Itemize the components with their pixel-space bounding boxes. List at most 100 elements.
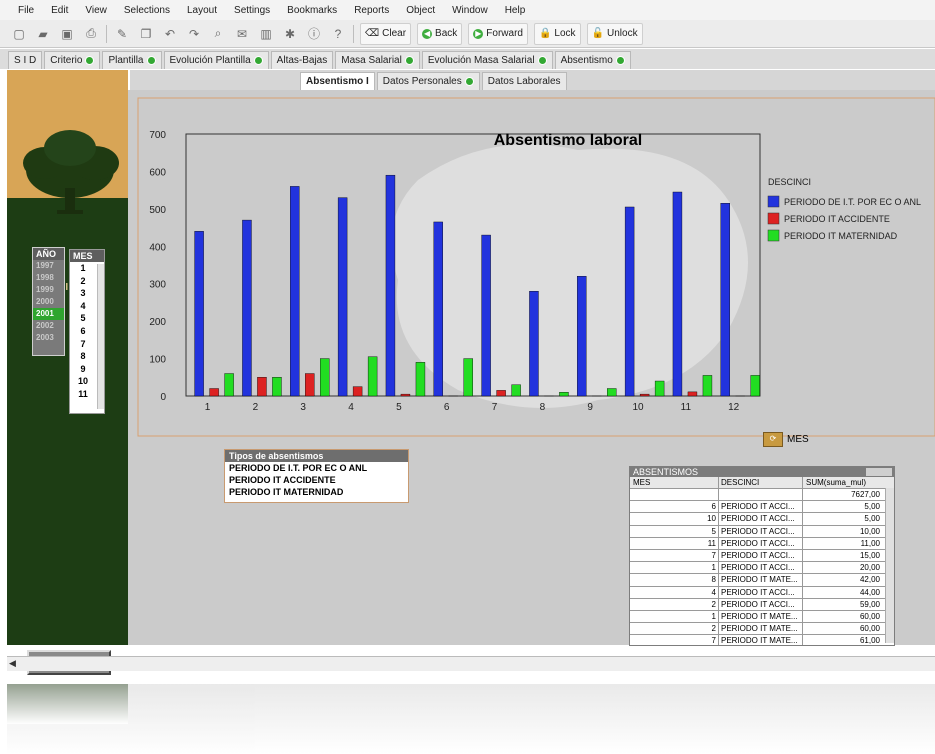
tab-masa-salarial[interactable]: Masa Salarial [335, 51, 420, 69]
month-item[interactable]: 8 [70, 350, 96, 363]
tab-s-i-d[interactable]: S I D [8, 51, 43, 69]
undo-icon[interactable]: ↶ [161, 25, 179, 43]
year-item[interactable]: 2002 [33, 320, 64, 332]
tab-label: S I D [14, 55, 37, 66]
status-dot-icon [615, 56, 625, 65]
year-item[interactable]: 2003 [33, 332, 64, 344]
absentismo-chart: Absentismo laboral 0 100 200 300 400 500 600 700… [137, 97, 935, 437]
tools-icon[interactable]: ✱ [281, 25, 299, 43]
x-tick-label: 9 [587, 402, 593, 413]
lock-icon: 🔒 [538, 28, 552, 39]
menu-item-edit[interactable]: Edit [51, 5, 68, 16]
tab-datos-personales[interactable]: Datos Personales [376, 72, 480, 90]
legend-swatch [767, 229, 780, 242]
year-item[interactable]: 1999 [33, 284, 64, 296]
tab-altas-bajas[interactable]: Altas-Bajas [270, 51, 334, 69]
year-item[interactable]: 2001 [33, 308, 64, 320]
menu-item-file[interactable]: File [18, 5, 34, 16]
tab-plantilla[interactable]: Plantilla [102, 51, 162, 69]
month-item[interactable]: 6 [70, 325, 96, 338]
bar-1-2 [242, 219, 252, 397]
menu-item-selections[interactable]: Selections [124, 5, 170, 16]
tipo-item[interactable]: PERIODO IT ACCIDENTE [225, 474, 408, 486]
search-icon[interactable]: ⌕ [209, 25, 227, 43]
tipo-item[interactable]: PERIODO DE I.T. POR EC O ANL [225, 462, 408, 474]
year-item[interactable]: 1997 [33, 260, 64, 272]
print-icon[interactable]: ⎙ [82, 25, 100, 43]
toolbar-separator [353, 24, 354, 43]
column-header-descinci[interactable]: DESCINCI [718, 477, 802, 488]
bar-3-7 [511, 384, 521, 397]
tipos-absentismos-listbox[interactable]: Tipos de absentismos PERIODO DE I.T. POR… [224, 449, 409, 503]
tab-evoluci-n-plantilla[interactable]: Evolución Plantilla [163, 51, 269, 69]
scroll-left-icon[interactable]: ◀ [9, 658, 16, 669]
legend-swatch [767, 212, 780, 225]
month-item[interactable]: 9 [70, 363, 96, 376]
tipo-item[interactable]: PERIODO IT MATERNIDAD [225, 486, 408, 498]
status-dot-icon [537, 56, 547, 65]
month-item[interactable]: 10 [70, 375, 96, 388]
month-item[interactable]: 2 [70, 275, 96, 288]
save-icon[interactable]: ▣ [58, 25, 76, 43]
month-item[interactable]: 5 [70, 312, 96, 325]
mail-icon[interactable]: ✉ [233, 25, 251, 43]
bar-2-4 [352, 386, 363, 397]
tab-label: Evolución Masa Salarial [427, 55, 535, 66]
table-cell: 11 [707, 538, 716, 548]
help-icon[interactable]: ? [329, 25, 347, 43]
mes-scrollbar[interactable] [97, 264, 104, 409]
chart-dimension-selector[interactable]: ⟳ MES [763, 432, 809, 447]
bar-1-6 [433, 221, 443, 397]
open-folder-icon[interactable]: ▰ [34, 25, 52, 43]
table-row: 7 PERIODO IT ACCI... 15,00 [630, 549, 894, 563]
chart-icon[interactable]: ▥ [257, 25, 275, 43]
menu-item-window[interactable]: Window [452, 5, 488, 16]
menu-item-layout[interactable]: Layout [187, 5, 217, 16]
month-item[interactable]: 1 [70, 262, 96, 275]
menu-item-view[interactable]: View [85, 5, 107, 16]
clear-button[interactable]: ⌫ Clear [360, 22, 412, 45]
menu-item-help[interactable]: Help [505, 5, 526, 16]
month-item[interactable]: 3 [70, 287, 96, 300]
info-icon[interactable]: ⓘ [305, 25, 323, 43]
window-controls-icon[interactable] [866, 468, 892, 476]
tab-datos-laborales[interactable]: Datos Laborales [481, 72, 567, 90]
column-header-sum[interactable]: SUM(suma_mul) [802, 477, 884, 488]
back-button[interactable]: ◀ Back [417, 22, 463, 45]
tab-absentismo-i[interactable]: Absentismo I [300, 72, 375, 90]
redo-icon[interactable]: ↷ [185, 25, 203, 43]
table-row: 8 PERIODO IT MATE... 42,00 [630, 574, 894, 587]
year-item[interactable]: 2000 [33, 296, 64, 308]
tab-criterio[interactable]: Criterio [44, 51, 101, 69]
tab-absentismo[interactable]: Absentismo [554, 51, 631, 69]
x-tick-label: 4 [348, 402, 354, 413]
x-tick-label: 1 [205, 402, 211, 413]
copy-icon[interactable]: ❐ [137, 25, 155, 43]
tab-evoluci-n-masa-salarial[interactable]: Evolución Masa Salarial [421, 51, 553, 69]
bar-3-5 [415, 362, 426, 397]
table-cell: 1 [711, 563, 716, 573]
bar-1-9 [577, 276, 587, 397]
menu-item-object[interactable]: Object [406, 5, 435, 16]
horizontal-scrollbar[interactable]: ◀ [7, 656, 935, 671]
edit-icon[interactable]: ✎ [113, 25, 131, 43]
table-cell: 8 [711, 575, 716, 585]
month-item[interactable]: 7 [70, 338, 96, 351]
anio-listbox[interactable]: AÑO 1997 1998 1999 2000 2001 2002 2003 [32, 247, 65, 356]
table-row: 7 PERIODO IT MATE... 61,00 [630, 635, 894, 645]
month-item[interactable]: 4 [70, 300, 96, 313]
year-item[interactable]: 1998 [33, 272, 64, 284]
forward-button[interactable]: ▶ Forward [468, 22, 528, 45]
menu-item-reports[interactable]: Reports [354, 5, 389, 16]
unlock-button[interactable]: 🔓 Unlock [586, 22, 643, 45]
table-cell: PERIODO IT ACCI... [718, 513, 802, 525]
menu-item-settings[interactable]: Settings [234, 5, 270, 16]
lock-button[interactable]: 🔒 Lock [533, 22, 581, 45]
new-document-icon[interactable]: ▢ [10, 25, 28, 43]
table-cell: 44,00 [802, 586, 884, 598]
menu-item-bookmarks[interactable]: Bookmarks [287, 5, 337, 16]
table-scrollbar[interactable] [885, 488, 894, 643]
month-item[interactable]: 11 [70, 388, 96, 401]
column-header-mes[interactable]: MES [630, 477, 718, 488]
mes-listbox[interactable]: MES 1 2 3 4 5 6 7 8 9 10 11 [69, 249, 105, 414]
